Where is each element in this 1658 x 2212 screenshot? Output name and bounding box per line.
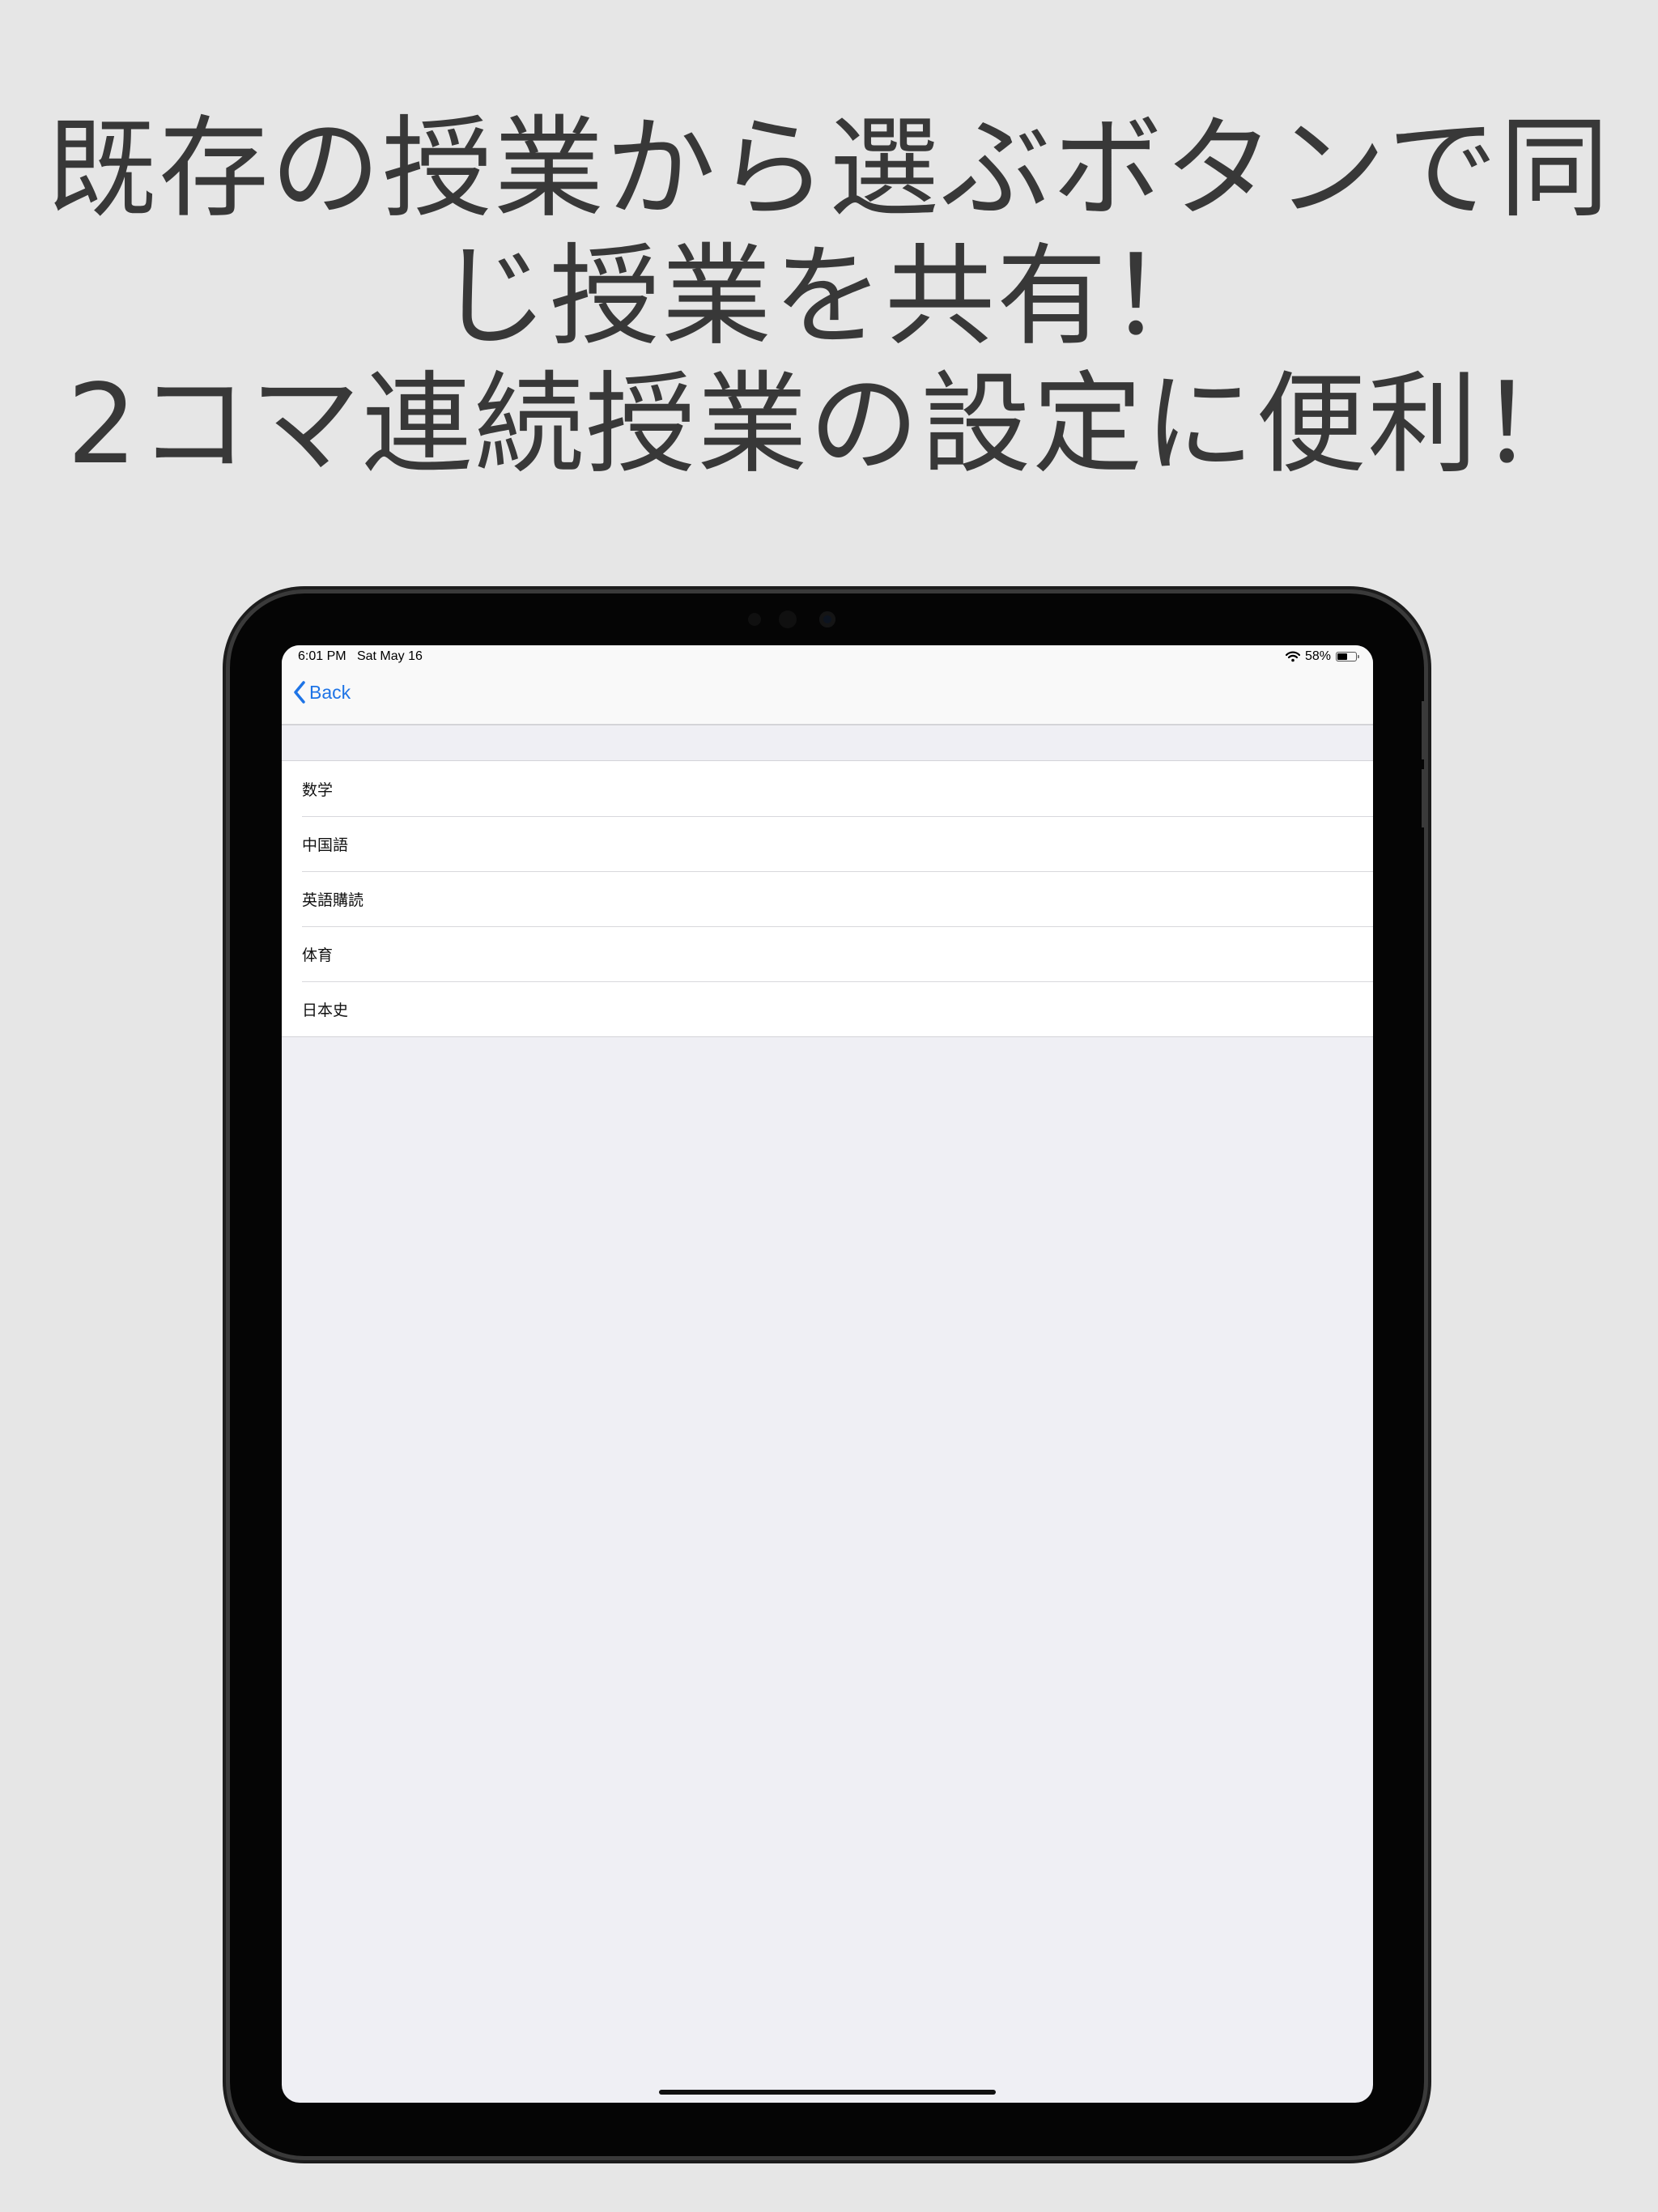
sensor-dot xyxy=(779,610,797,628)
battery-percent: 58% xyxy=(1304,649,1331,663)
home-indicator[interactable] xyxy=(659,2090,996,2095)
subject-row[interactable]: 英語購読 xyxy=(282,871,1373,926)
headline-line-1: 既存の授業から選ぶボタンで同 xyxy=(47,105,1611,233)
headline-line-3: 2コマ連続授業の設定に便利！ xyxy=(66,361,1592,489)
subject-name: 英語購読 xyxy=(302,891,364,909)
promo-headline: 既存の授業から選ぶボタンで同 じ授業を共有！ 2コマ連続授業の設定に便利！ xyxy=(0,105,1658,489)
back-button[interactable]: Back xyxy=(293,681,351,704)
subject-row[interactable]: 中国語 xyxy=(282,816,1373,871)
device-volume-up-button xyxy=(1422,701,1428,759)
wifi-icon xyxy=(1285,651,1300,662)
chevron-left-icon xyxy=(294,681,305,704)
headline-line-2: じ授業を共有！ xyxy=(438,233,1220,361)
status-bar-time: 6:01 PM Sat May 16 xyxy=(298,649,423,664)
navigation-bar: 6:01 PM Sat May 16 58% Back xyxy=(282,645,1373,725)
back-button-label: Back xyxy=(309,681,351,703)
battery-icon xyxy=(1336,652,1359,661)
status-bar-indicators: 58% xyxy=(1285,649,1359,664)
subject-list: 数学中国語英語購読体育日本史 xyxy=(282,760,1373,1037)
status-date: Sat May 16 xyxy=(356,649,423,663)
device-screen: 6:01 PM Sat May 16 58% Back 数学中国語英語購読体育日… xyxy=(282,645,1373,2103)
status-time: 6:01 PM xyxy=(298,649,346,663)
device-volume-down-button xyxy=(1422,769,1428,827)
subject-name: 日本史 xyxy=(302,1001,349,1019)
subject-name: 体育 xyxy=(302,946,334,964)
subject-name: 数学 xyxy=(302,781,334,799)
subject-row[interactable]: 体育 xyxy=(282,926,1373,981)
subject-name: 中国語 xyxy=(302,836,349,854)
sensor-dot xyxy=(748,613,761,626)
camera-icon xyxy=(819,611,835,627)
battery-fill xyxy=(1337,653,1347,660)
subject-row[interactable]: 数学 xyxy=(282,761,1373,816)
subject-row[interactable]: 日本史 xyxy=(282,981,1373,1036)
